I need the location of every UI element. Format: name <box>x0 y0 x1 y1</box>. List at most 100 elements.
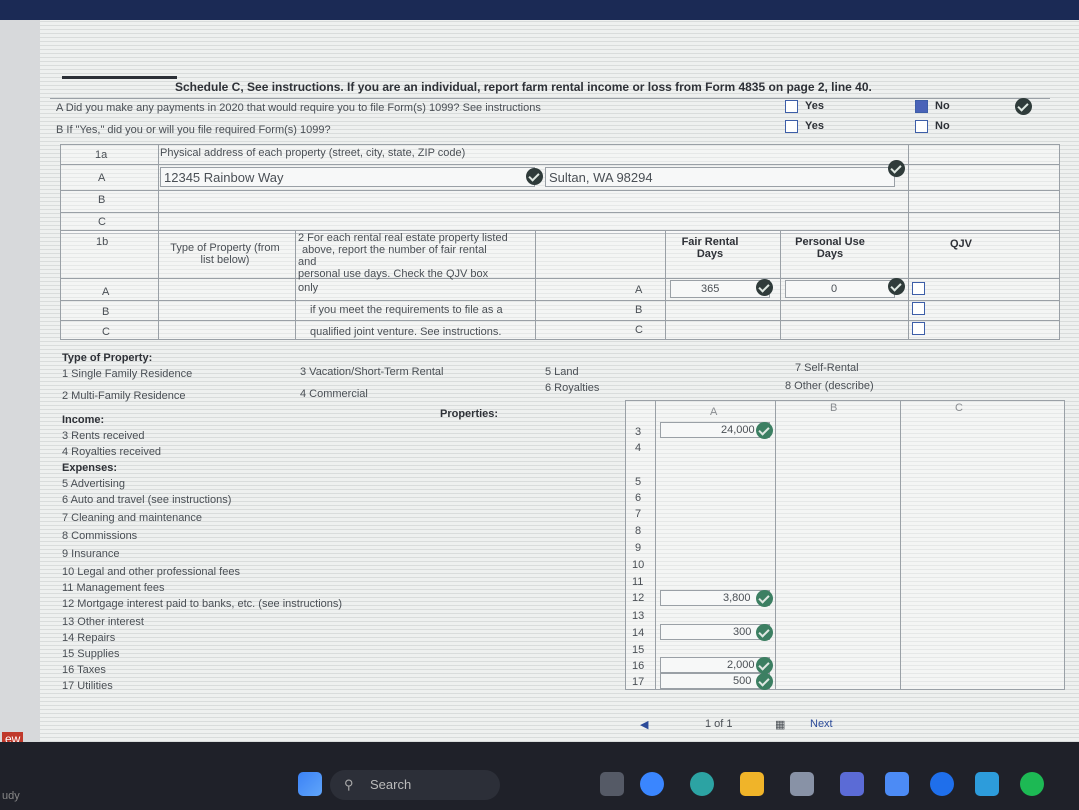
line-label: 7 Cleaning and maintenance <box>62 512 203 524</box>
personal-use-days-header: Personal Use Days <box>795 236 865 260</box>
line-label: 16 Taxes <box>62 664 106 676</box>
fair-rental-days-a-value: 365 <box>701 283 720 295</box>
fair-rental-days-header: Fair Rental Days <box>681 236 739 260</box>
line-label: 11 Management fees <box>62 582 165 594</box>
rule <box>908 230 909 340</box>
line-label: 10 Legal and other professional fees <box>62 566 240 578</box>
qjv-header: QJV <box>950 238 973 250</box>
line-label: 8 Commissions <box>62 530 138 542</box>
line-number: 9 <box>635 542 642 554</box>
type-item-5: 5 Land <box>545 366 579 378</box>
instr-6: if you meet the requirements to file as … <box>310 304 503 316</box>
rule <box>60 278 1060 279</box>
line-16-a-field[interactable]: 2,000 <box>660 657 770 673</box>
qa-yes-checkbox[interactable] <box>785 100 798 113</box>
rule <box>655 400 656 690</box>
rule <box>158 230 159 340</box>
taskbar-search[interactable]: ⚲ Search <box>330 770 500 800</box>
qjv-c-checkbox[interactable] <box>912 322 925 335</box>
left-edge-panel: ew <box>0 20 40 746</box>
edge-browser-icon[interactable] <box>690 772 714 796</box>
office-icon[interactable] <box>885 772 909 796</box>
instr-1: 2 For each rental real estate property l… <box>298 232 508 244</box>
line-label: 12 Mortgage interest paid to banks, etc.… <box>62 598 343 610</box>
line-label: 9 Insurance <box>62 548 120 560</box>
fair-rental-days-a-field[interactable]: 365 <box>670 280 770 298</box>
spotify-icon[interactable] <box>1020 772 1044 796</box>
days-col-c: C <box>635 324 643 336</box>
address-a-street-field[interactable]: 12345 Rainbow Way <box>160 167 535 187</box>
corner-text: udy <box>2 790 20 802</box>
line-value: 300 <box>733 626 752 638</box>
tax-form-page: Schedule C, See instructions. If you are… <box>40 20 1079 742</box>
income-grid <box>625 400 1065 690</box>
search-label: Search <box>370 777 412 792</box>
start-icon[interactable] <box>298 772 322 796</box>
rule <box>60 164 1060 165</box>
line-value: 500 <box>733 675 752 687</box>
qb-yes-label: Yes <box>805 120 824 132</box>
line-number: 15 <box>632 644 645 656</box>
type-item-2: 2 Multi-Family Residence <box>62 390 186 402</box>
line-label: 17 Utilities <box>62 680 113 692</box>
line-number: 16 <box>632 660 645 672</box>
line-14-a-field[interactable]: 300 <box>660 624 770 640</box>
media-icon[interactable] <box>975 772 999 796</box>
days-row-a: A <box>102 286 110 298</box>
rule <box>60 320 1060 321</box>
days-row-c: C <box>102 326 110 338</box>
line-label: 14 Repairs <box>62 632 116 644</box>
cortana-icon[interactable] <box>930 772 954 796</box>
line-value: 3,800 <box>723 592 751 604</box>
line-17-a-field[interactable]: 500 <box>660 673 770 689</box>
instr-5: only <box>298 282 319 294</box>
expenses-heading: Expenses: <box>62 462 118 474</box>
next-button[interactable]: Next <box>810 718 833 730</box>
address-a-city-field[interactable]: Sultan, WA 98294 <box>545 167 895 187</box>
type-list-heading: Type of Property: <box>62 352 153 364</box>
qa-no-checkbox[interactable] <box>915 100 928 113</box>
grid-icon[interactable]: ▦ <box>775 718 785 731</box>
header-rule <box>62 76 177 79</box>
line-number: 12 <box>632 592 645 604</box>
qb-no-label: No <box>935 120 950 132</box>
rule <box>50 98 1050 99</box>
line-number: 10 <box>632 559 645 571</box>
street-check-icon <box>526 168 543 185</box>
task-view-icon[interactable] <box>600 772 624 796</box>
repairs-check-icon <box>756 624 773 641</box>
line-3-a-field[interactable]: 24,000 <box>660 422 770 438</box>
app-icon[interactable] <box>840 772 864 796</box>
qjv-a-checkbox[interactable] <box>912 282 925 295</box>
qjv-b-checkbox[interactable] <box>912 302 925 315</box>
rule <box>780 230 781 340</box>
line-label: 5 Advertising <box>62 478 125 490</box>
qb-no-checkbox[interactable] <box>915 120 928 133</box>
store-icon[interactable] <box>790 772 814 796</box>
file-explorer-icon[interactable] <box>740 772 764 796</box>
address-a-city-value: Sultan, WA 98294 <box>549 170 653 185</box>
address-a-street-value: 12345 Rainbow Way <box>164 170 284 185</box>
rule <box>775 400 776 690</box>
address-row-b: B <box>98 194 106 206</box>
qb-yes-checkbox[interactable] <box>785 120 798 133</box>
line-label: 6 Auto and travel (see instructions) <box>62 494 232 506</box>
line-number: 14 <box>632 627 645 639</box>
personal-use-days-a-value: 0 <box>831 283 838 295</box>
fair-days-check-icon <box>756 279 773 296</box>
instr-4: personal use days. Check the QJV box <box>298 268 489 280</box>
properties-heading: Properties: <box>440 408 499 420</box>
search-icon: ⚲ <box>344 777 354 792</box>
prev-page-icon[interactable]: ◀ <box>640 718 648 731</box>
rule <box>665 230 666 340</box>
qa-yes-label: Yes <box>805 100 824 112</box>
taskbar: udy <box>0 742 1079 810</box>
address-row-c: C <box>98 216 106 228</box>
days-col-a: A <box>635 284 643 296</box>
utilities-check-icon <box>756 673 773 690</box>
personal-use-days-a-field[interactable]: 0 <box>785 280 895 298</box>
type-item-4: 4 Commercial <box>300 388 368 400</box>
type-item-1: 1 Single Family Residence <box>62 368 193 380</box>
line-12-a-field[interactable]: 3,800 <box>660 590 770 606</box>
chat-icon[interactable] <box>640 772 664 796</box>
